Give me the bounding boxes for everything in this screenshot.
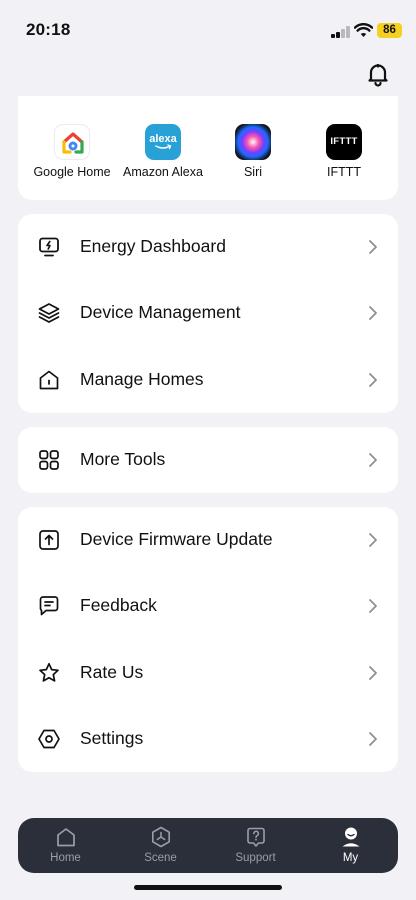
cellular-signal-icon — [331, 26, 351, 38]
menu-card-management: Energy Dashboard Device Management Manag… — [18, 214, 398, 413]
chevron-right-icon — [369, 306, 377, 320]
status-bar: 20:18 86 — [0, 0, 416, 56]
firmware-upload-icon — [39, 530, 59, 550]
home-indicator — [134, 885, 282, 890]
tab-scene[interactable]: Scene — [113, 818, 208, 873]
menu-item-settings[interactable]: Settings — [18, 706, 398, 772]
support-tab-icon — [246, 827, 265, 847]
menu-item-label: Device Firmware Update — [80, 529, 273, 549]
tab-my[interactable]: My — [303, 818, 398, 873]
integration-label: Google Home — [33, 165, 111, 179]
tab-label: Scene — [144, 852, 177, 864]
menu-item-rate-us[interactable]: Rate Us — [18, 640, 398, 706]
menu-item-label: Rate Us — [80, 662, 144, 682]
scene-tab-icon — [151, 826, 170, 848]
integration-label: Amazon Alexa — [123, 165, 203, 179]
chevron-right-icon — [369, 533, 377, 547]
chevron-right-icon — [369, 453, 377, 467]
menu-item-manage-homes[interactable]: Manage Homes — [18, 347, 398, 413]
chevron-right-icon — [369, 599, 377, 613]
integration-amazon-alexa[interactable]: alexa Amazon Alexa — [118, 124, 208, 179]
tab-home[interactable]: Home — [18, 818, 113, 873]
tab-label: Home — [50, 852, 81, 864]
home-icon — [39, 370, 59, 390]
siri-logo — [235, 124, 271, 160]
menu-item-energy-dashboard[interactable]: Energy Dashboard — [18, 214, 398, 280]
grid-icon — [39, 450, 59, 470]
energy-dashboard-icon — [39, 237, 59, 257]
chevron-right-icon — [369, 732, 377, 746]
star-icon — [39, 662, 59, 682]
wifi-icon — [354, 23, 373, 37]
menu-card-tools: More Tools — [18, 427, 398, 493]
tab-label: Support — [235, 852, 276, 864]
profile-tab-icon — [342, 827, 359, 847]
home-tab-icon — [56, 828, 75, 847]
menu-item-label: Feedback — [80, 595, 157, 615]
menu-item-more-tools[interactable]: More Tools — [18, 427, 398, 493]
integration-ifttt[interactable]: IFTTT IFTTT — [299, 124, 389, 179]
integration-label: IFTTT — [326, 165, 361, 179]
integration-siri[interactable]: Siri — [208, 124, 298, 179]
alexa-logo: alexa — [145, 124, 181, 160]
menu-item-device-management[interactable]: Device Management — [18, 280, 398, 346]
menu-item-device-firmware-update[interactable]: Device Firmware Update — [18, 507, 398, 573]
menu-item-label: Settings — [80, 728, 144, 748]
menu-item-label: Device Management — [80, 302, 241, 322]
battery-indicator: 86 — [377, 23, 402, 38]
tab-support[interactable]: Support — [208, 818, 303, 873]
google-home-logo — [54, 124, 90, 160]
feedback-icon — [39, 596, 59, 616]
menu-card-support: Device Firmware Update Feedback Rate Us … — [18, 507, 398, 772]
settings-hex-icon — [38, 729, 60, 749]
menu-item-label: More Tools — [80, 449, 166, 469]
integration-google-home[interactable]: Google Home — [27, 124, 117, 179]
tab-label: My — [342, 852, 359, 864]
menu-item-label: Manage Homes — [80, 369, 204, 389]
layers-icon — [38, 303, 60, 323]
bottom-tab-bar: Home Scene Support My — [18, 818, 398, 873]
chevron-right-icon — [369, 666, 377, 680]
menu-item-label: Energy Dashboard — [80, 236, 226, 256]
chevron-right-icon — [369, 373, 377, 387]
status-time: 20:18 — [26, 20, 71, 39]
integrations-card: Google Home alexa Amazon Alexa Siri IFTT… — [18, 96, 398, 200]
bell-icon[interactable] — [365, 61, 391, 87]
integration-label: Siri — [243, 165, 263, 179]
menu-item-feedback[interactable]: Feedback — [18, 573, 398, 639]
chevron-right-icon — [369, 240, 377, 254]
ifttt-logo: IFTTT — [326, 124, 362, 160]
